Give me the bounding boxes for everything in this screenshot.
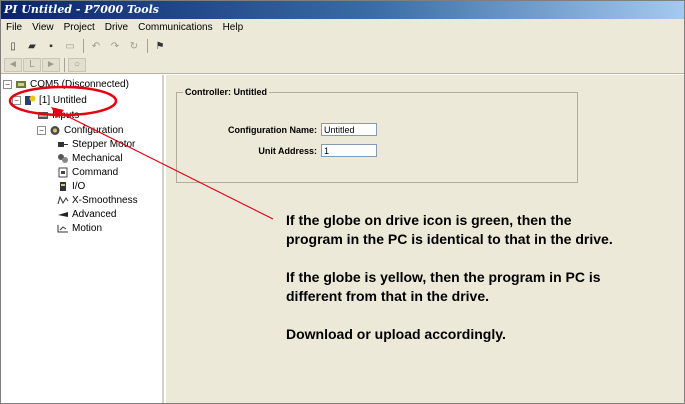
menu-file[interactable]: File: [1, 19, 27, 36]
forward-button[interactable]: ►: [42, 57, 60, 72]
menu-drive[interactable]: Drive: [100, 19, 133, 36]
collapse-icon[interactable]: −: [37, 126, 46, 135]
configuration-name-label: Configuration Name:: [228, 125, 317, 135]
tree-node-stepper-motor[interactable]: Stepper Motor: [57, 138, 135, 151]
tree-label-configuration: Configuration: [64, 125, 124, 136]
configuration-name-input[interactable]: [321, 123, 377, 136]
collapse-icon[interactable]: −: [12, 96, 21, 105]
print-icon: ▭: [65, 40, 75, 52]
stop-button[interactable]: ○: [68, 57, 86, 72]
note-yellow-globe: If the globe is yellow, then the program…: [286, 269, 601, 304]
tree-label-command: Command: [72, 167, 119, 178]
compile-button[interactable]: ⚑: [151, 38, 169, 54]
tree-node-mechanical[interactable]: Mechanical: [57, 152, 123, 165]
menu-help[interactable]: Help: [218, 19, 249, 36]
secondary-toolbar: ◄ L ► ○: [1, 56, 684, 74]
left-icon: L: [29, 59, 35, 70]
save-icon: ▪: [49, 40, 53, 52]
tree-label-io: I/O: [72, 181, 86, 192]
note-green-globe: If the globe on drive icon is green, the…: [286, 212, 613, 247]
tree-node-configuration[interactable]: − Configuration: [37, 124, 123, 137]
tree-node-x-smoothness[interactable]: X-Smoothness: [57, 194, 138, 207]
tree-label-advanced: Advanced: [72, 209, 117, 220]
menu-view[interactable]: View: [27, 19, 59, 36]
com-port-icon: [16, 81, 26, 88]
tree-label-inputs: Inputs: [52, 110, 80, 121]
application-window: PI Untitled - P7000 Tools File View Proj…: [0, 0, 685, 404]
tree-node-inputs[interactable]: Inputs: [37, 109, 79, 122]
tree-node-advanced[interactable]: Advanced: [57, 208, 116, 221]
tree-label-motion: Motion: [72, 223, 103, 234]
note-download-upload: Download or upload accordingly.: [286, 326, 506, 342]
configuration-gear-icon: [50, 126, 60, 135]
redo-icon: ↷: [110, 40, 120, 52]
menu-project[interactable]: Project: [59, 19, 100, 36]
refresh-icon: ↻: [129, 40, 139, 52]
toolbar-separator: [64, 57, 65, 72]
tree-node-port[interactable]: − COM5 (Disconnected): [3, 78, 129, 91]
menu-bar: File View Project Drive Communications H…: [1, 19, 684, 36]
undo-button[interactable]: ↶: [87, 38, 105, 54]
left-button[interactable]: L: [23, 57, 41, 72]
undo-icon: ↶: [91, 40, 101, 52]
tree-node-drive[interactable]: − [1] Untitled: [12, 94, 87, 107]
toolbar-separator: [83, 39, 84, 53]
forward-icon: ►: [46, 59, 56, 70]
tree-node-motion[interactable]: Motion: [57, 222, 102, 235]
menu-communications[interactable]: Communications: [133, 19, 217, 36]
motor-icon: [58, 142, 68, 147]
advanced-icon: [58, 212, 68, 217]
inputs-icon: [38, 112, 48, 119]
main-toolbar: ▯ ▰ ▪ ▭ ↶ ↷ ↻ ⚑: [1, 36, 684, 56]
stop-icon: ○: [73, 59, 81, 70]
new-file-button[interactable]: ▯: [4, 38, 22, 54]
unit-address-input[interactable]: [321, 144, 377, 157]
motion-icon: [57, 225, 68, 233]
step-back-icon: ◄: [8, 59, 18, 70]
drive-globe-icon: [25, 95, 36, 105]
mechanical-icon: [58, 154, 68, 163]
io-icon: [60, 182, 66, 191]
controller-groupbox: Controller: Untitled Configuration Name:…: [176, 87, 578, 183]
open-button[interactable]: ▰: [23, 38, 41, 54]
tree-label-port: COM5 (Disconnected): [30, 79, 129, 90]
refresh-button[interactable]: ↻: [125, 38, 143, 54]
compile-icon: ⚑: [155, 40, 165, 52]
tree-label-mechanical: Mechanical: [72, 153, 123, 164]
tree-node-command[interactable]: Command: [57, 166, 118, 179]
annotation-note: If the globe on drive icon is green, the…: [286, 211, 626, 363]
command-icon: [58, 167, 68, 178]
tree-label-x-smoothness: X-Smoothness: [72, 195, 138, 206]
controller-legend: Controller: Untitled: [183, 87, 269, 97]
window-title: PI Untitled - P7000 Tools: [4, 3, 159, 16]
tree-label-stepper-motor: Stepper Motor: [72, 139, 136, 150]
tree-label-drive: [1] Untitled: [39, 95, 87, 106]
print-button[interactable]: ▭: [61, 38, 79, 54]
title-bar: PI Untitled - P7000 Tools: [1, 1, 684, 19]
tree-node-io[interactable]: I/O: [57, 180, 85, 193]
save-button[interactable]: ▪: [42, 38, 60, 54]
toolbar-separator: [147, 39, 148, 53]
redo-button[interactable]: ↷: [106, 38, 124, 54]
unit-address-label: Unit Address:: [258, 146, 317, 156]
x-smoothness-icon: [57, 195, 69, 205]
new-file-icon: ▯: [10, 40, 16, 52]
step-back-button[interactable]: ◄: [4, 57, 22, 72]
project-tree: − COM5 (Disconnected) − [1] Untitled Inp…: [1, 75, 164, 403]
open-folder-icon: ▰: [28, 40, 36, 52]
collapse-icon[interactable]: −: [3, 80, 12, 89]
